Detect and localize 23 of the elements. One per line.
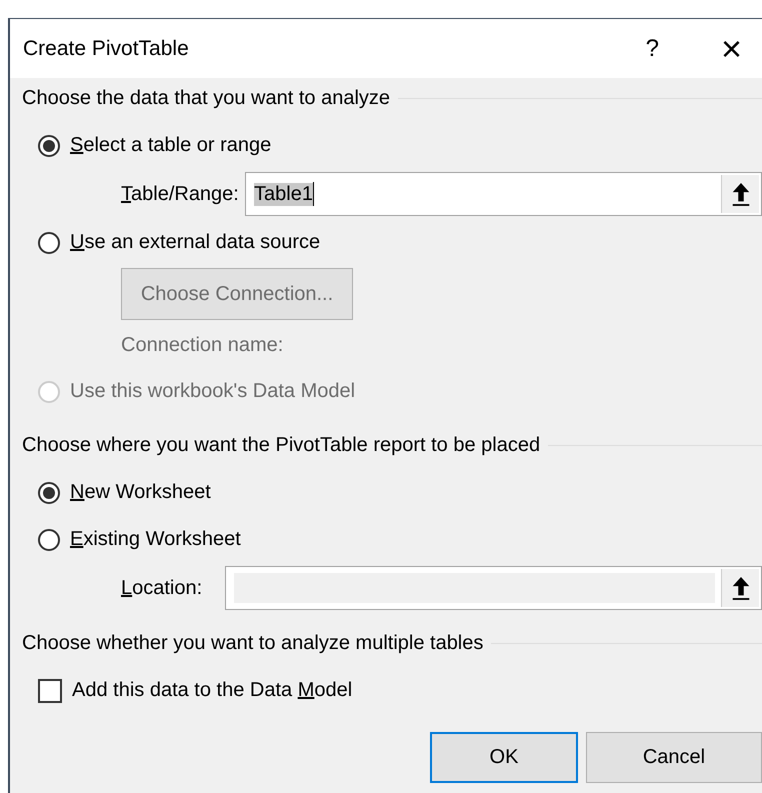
cancel-button[interactable]: Cancel [586,732,762,783]
help-button[interactable]: ? [646,34,659,62]
radio-button[interactable] [38,482,60,504]
section-heading: Choose whether you want to analyze multiple tables [22,632,484,654]
radio-option[interactable]: Select a table or range [38,122,272,169]
radio-button[interactable] [38,232,60,254]
radio-option[interactable]: Existing Worksheet [38,516,241,563]
window-title: Create PivotTable [23,36,190,60]
radio-option[interactable]: Use an external data source [38,219,320,266]
radio-button[interactable] [38,528,60,550]
ok-button[interactable]: OK [430,732,578,783]
radio-button[interactable] [38,134,60,156]
input-field[interactable]: Table1 [245,172,762,216]
field-label: Table/Range: [121,182,240,206]
connection-name-label: Connection name: [121,334,284,356]
field-label: Location: [121,576,204,600]
close-button[interactable]: × [720,30,742,66]
radio-option[interactable]: New Worksheet [38,469,211,516]
checkbox[interactable] [38,678,62,702]
checkbox-option[interactable]: Add this data to the Data Model [38,667,352,714]
section-heading: Choose where you want the PivotTable report to be placed [22,434,540,456]
section-heading: Choose the data that you want to analyze [22,86,390,110]
arrow-up-icon[interactable] [721,175,759,213]
